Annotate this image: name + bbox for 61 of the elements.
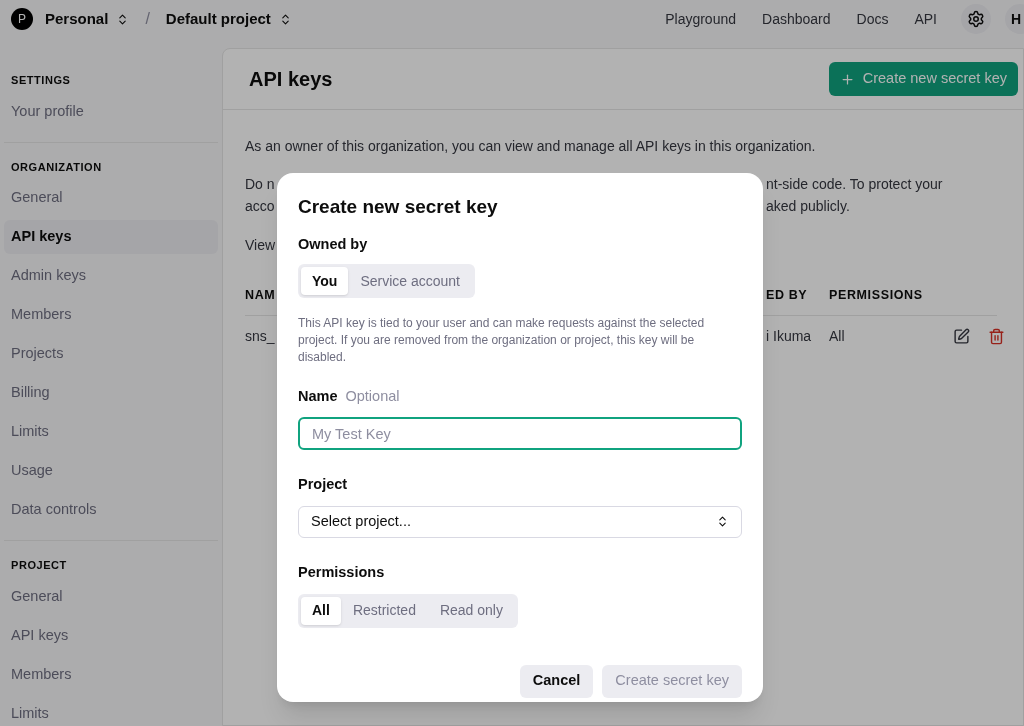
dialog-button[interactable]: Cancel	[519, 664, 594, 698]
org-avatar[interactable]: P	[11, 8, 33, 30]
field-label: Owned by	[298, 234, 369, 254]
sidebar-item[interactable]: Data controls	[4, 493, 218, 527]
sidebar-heading: PROJECT	[10, 558, 68, 573]
segment-option[interactable]: Read only	[427, 596, 515, 625]
name-input[interactable]: My Test Key	[298, 417, 742, 450]
table-cell-text: i Ikuma	[766, 327, 812, 347]
nav-link[interactable]: Docs	[856, 8, 889, 30]
sidebar-item[interactable]: API keys	[4, 618, 218, 653]
column-header: ED BY	[766, 287, 809, 304]
settings-icon[interactable]	[967, 10, 985, 28]
project-name[interactable]: Default project	[165, 7, 271, 31]
segment-option[interactable]: Restricted	[340, 596, 428, 625]
column-header: NAM	[245, 287, 277, 304]
sidebar-item[interactable]: Members	[4, 657, 218, 692]
sidebar-item[interactable]: Limits	[4, 415, 218, 449]
table-cell-text: All	[829, 327, 845, 347]
segment-option[interactable]: You	[301, 267, 349, 296]
field-label: Permissions	[298, 562, 386, 582]
sidebar-item[interactable]: Members	[4, 298, 218, 332]
paragraph-text: Do n	[245, 175, 275, 194]
sidebar-item[interactable]: Your profile	[4, 94, 218, 129]
plus-icon	[839, 71, 855, 87]
intro-text: As an owner of this organization, you can view and manage all API keys in this organization.	[245, 137, 817, 156]
edit-icon[interactable]	[953, 328, 970, 346]
nav-link[interactable]: Playground	[665, 8, 736, 30]
nav-link[interactable]: Dashboard	[762, 8, 831, 30]
separator: /	[145, 9, 150, 29]
sidebar-item[interactable]: API keys	[4, 220, 218, 254]
paragraph-text: nt-side code. To protect your	[766, 175, 943, 194]
page-title: API keys	[249, 67, 333, 92]
settings-button[interactable]	[961, 4, 991, 34]
create-key-button[interactable]: Create new secret key	[828, 62, 1018, 96]
sidebar-item[interactable]: Usage	[4, 454, 218, 488]
paragraph-text: View	[245, 236, 276, 255]
field-label: Name	[298, 387, 338, 407]
sidebar-heading: ORGANIZATION	[10, 159, 103, 175]
sidebar-item[interactable]: Admin keys	[4, 259, 218, 293]
org-name[interactable]: Personal	[45, 7, 109, 31]
field-label: Project	[298, 475, 349, 494]
dialog-title: Create new secret key	[298, 195, 499, 219]
field-hint: Optional	[345, 387, 400, 407]
nav-link[interactable]: API	[914, 8, 937, 30]
segment-option[interactable]: All	[301, 596, 341, 625]
user-avatar[interactable]: H	[1005, 4, 1024, 34]
table-cell-text: sns_	[245, 327, 275, 347]
paragraph-text: acco	[245, 197, 275, 216]
paragraph-text: aked publicly.	[766, 197, 850, 216]
column-header: PERMISSIONS	[829, 287, 924, 304]
project-select[interactable]: Select project...	[298, 505, 742, 538]
sidebar-item[interactable]: Limits	[4, 696, 218, 726]
sidebar-item[interactable]: Projects	[4, 337, 218, 371]
chevrons-icon	[716, 515, 729, 529]
sidebar-item[interactable]: Billing	[4, 376, 218, 410]
sidebar-item[interactable]: General	[4, 181, 218, 215]
sidebar-item[interactable]: General	[4, 579, 218, 614]
sidebar-heading: SETTINGS	[10, 73, 72, 88]
segment-option[interactable]: Service account	[348, 267, 472, 296]
trash-icon[interactable]	[988, 328, 1005, 346]
owner-note: This API key is tied to your user and can make requests against the selected project. If you are removed from the organization or project, this key will be disabled.	[298, 315, 706, 367]
